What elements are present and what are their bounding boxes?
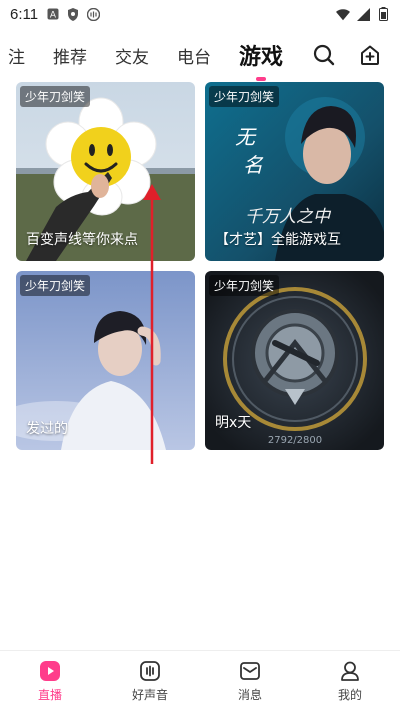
- app-circle-icon: [86, 7, 100, 21]
- shield-icon: [66, 7, 80, 21]
- wifi-icon: [336, 7, 350, 21]
- room-card[interactable]: 无 名 千万人之中 少年刀剑笑 【才艺】全能游戏互: [205, 82, 384, 261]
- house-plus-icon: [361, 45, 379, 65]
- room-title: 发过的: [26, 421, 68, 437]
- live-icon: [40, 661, 60, 681]
- message-icon: [240, 662, 260, 680]
- cover-text-3: 千万人之中: [245, 207, 332, 227]
- category-tabs: 注 推荐 交友 电台 游戏: [0, 39, 297, 81]
- room-grid: 少年刀剑笑 百变声线等你来点 无 名 千万人之中 少年刀剑笑 【才艺】全能游戏互: [16, 82, 384, 450]
- profile-icon: [341, 661, 359, 681]
- status-right-icons: [336, 7, 390, 21]
- host-tag: 少年刀剑笑: [209, 275, 280, 296]
- status-bar: 6:11 A: [0, 0, 400, 28]
- tab-recommend[interactable]: 推荐: [39, 43, 101, 68]
- status-time: 6:11: [10, 5, 39, 23]
- search-icon: [313, 44, 335, 66]
- bottom-nav: 直播 好声音 消息 我的: [0, 650, 400, 711]
- bottom-nav-profile[interactable]: 我的: [300, 651, 400, 711]
- bottom-nav-label: 好声音: [131, 688, 168, 702]
- bottom-nav-label: 直播: [37, 688, 62, 702]
- notification-a-icon: A: [46, 7, 60, 21]
- bottom-nav-label: 我的: [337, 688, 362, 702]
- signal-icon: [356, 7, 370, 21]
- voice-icon: [140, 661, 160, 681]
- status-left-icons: A: [46, 7, 100, 21]
- room-title: 【才艺】全能游戏互: [215, 232, 341, 248]
- cover-text-2: 名: [243, 153, 264, 177]
- room-card[interactable]: 少年刀剑笑 百变声线等你来点: [16, 82, 195, 261]
- tab-radio[interactable]: 电台: [163, 43, 225, 68]
- room-title: 明x天: [215, 415, 252, 431]
- bottom-nav-label: 消息: [237, 688, 262, 702]
- create-room-button[interactable]: [358, 43, 382, 67]
- host-tag: 少年刀剑笑: [20, 275, 91, 296]
- host-tag: 少年刀剑笑: [209, 86, 280, 107]
- cover-text-1: 无: [235, 125, 257, 149]
- svg-text:A: A: [50, 11, 57, 21]
- bottom-nav-voice[interactable]: 好声音: [100, 651, 200, 711]
- tab-games[interactable]: 游戏: [225, 39, 297, 81]
- tab-dating[interactable]: 交友: [101, 43, 163, 68]
- room-card[interactable]: 2792/2800 少年刀剑笑 明x天: [205, 271, 384, 450]
- top-nav: 注 推荐 交友 电台 游戏: [0, 30, 400, 81]
- bottom-nav-live[interactable]: 直播: [0, 651, 100, 711]
- bottom-nav-messages[interactable]: 消息: [200, 651, 300, 711]
- nav-actions: [312, 43, 400, 67]
- battery-icon: [376, 7, 390, 21]
- room-card[interactable]: 少年刀剑笑 发过的: [16, 271, 195, 450]
- active-tab-indicator: [256, 77, 266, 81]
- host-tag: 少年刀剑笑: [20, 86, 91, 107]
- tab-games-label: 游戏: [239, 45, 284, 70]
- search-button[interactable]: [312, 43, 336, 67]
- tab-follow[interactable]: 注: [0, 43, 39, 68]
- room-title: 百变声线等你来点: [26, 232, 138, 248]
- rank-score: 2792/2800: [268, 435, 322, 446]
